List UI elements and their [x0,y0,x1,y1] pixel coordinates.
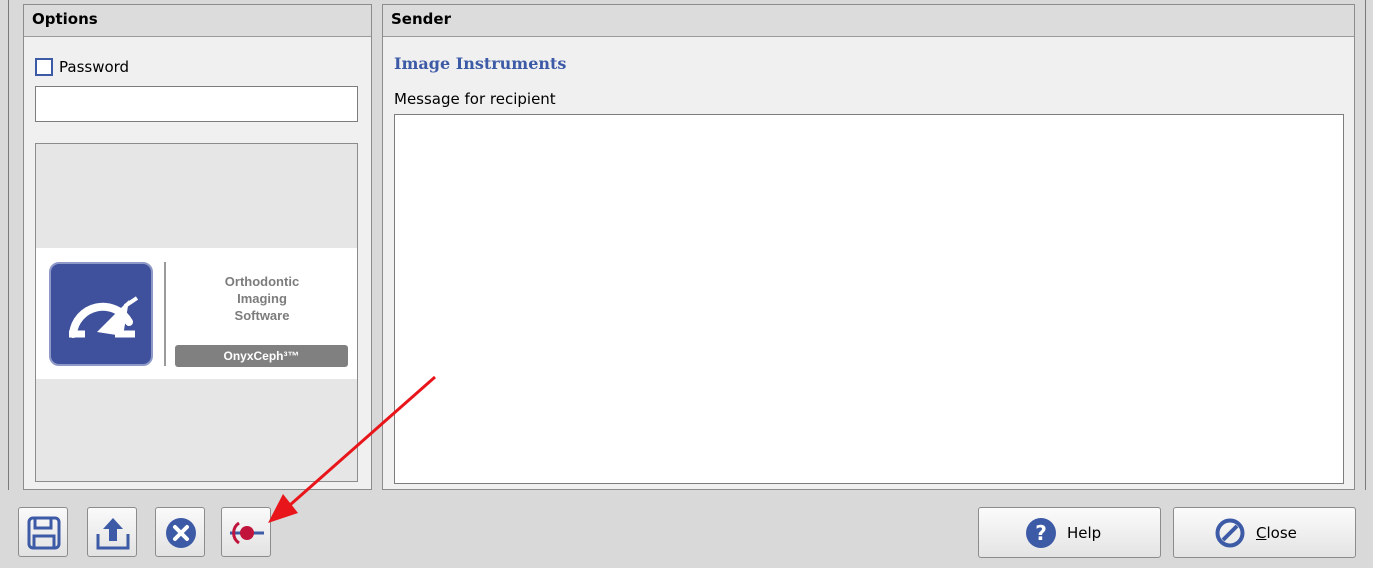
annotation-arrow [268,375,436,523]
